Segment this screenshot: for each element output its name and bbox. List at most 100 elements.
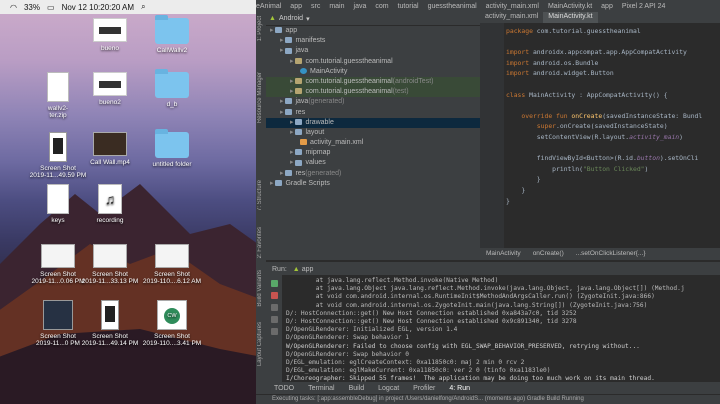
desktop-file-label: d_b [166,101,178,108]
desktop-file-icon[interactable]: CallWallv2 [134,15,210,54]
tree-item[interactable]: ▸ layout [266,128,480,138]
folder-icon [295,129,303,136]
desktop-file-label: Screen Shot 2019-110....6.12 AM [142,271,202,286]
breadcrumb-item[interactable]: ...setOnClickListener{...} [576,250,646,257]
favorites-tab[interactable]: 2: Favorites [257,227,263,258]
code-token: } [506,185,526,194]
pkg-icon [295,88,303,95]
editor-tab[interactable]: MainActivity.kt [543,12,598,23]
layout-captures-tab[interactable]: Layout Captures [257,322,263,366]
bottom-tool-tab[interactable]: Logcat [378,385,399,392]
battery-percent[interactable]: 33% [24,3,40,12]
run-toolbar [266,275,282,384]
log-line: D/OpenGLRenderer: Initialized EGL, versi… [286,326,458,334]
breadcrumb-item[interactable]: MainActivity [486,250,521,257]
tree-item[interactable]: ▸ java(generated) [266,97,480,107]
structure-tab[interactable]: 7: Structure [257,180,263,211]
tree-item[interactable]: MainActivity [266,67,480,77]
code-line: } [506,174,720,185]
stop-icon[interactable] [270,292,278,299]
search-icon[interactable]: ⌕ [141,2,145,12]
nav-crumb[interactable]: eAnimal [256,3,281,10]
nav-crumb[interactable]: Pixel 2 API 24 [622,3,666,10]
tree-item-label: java [295,98,309,106]
log-line: D/OpenGLRenderer: Swap behavior 0 [286,350,409,358]
code-token: import [506,48,533,57]
menu-clock[interactable]: Nov 12 10:20:20 AM [62,3,135,12]
nav-crumb[interactable]: app [601,3,613,10]
code-token: import [506,69,533,78]
editor-tab[interactable]: activity_main.xml [480,12,543,23]
breadcrumb-item[interactable]: onCreate() [533,250,564,257]
nav-crumb[interactable]: com [375,3,388,10]
resource-manager-tab[interactable]: Resource Manager [257,72,263,123]
code-line: setContentView(R.layout.activity_main) [506,132,720,143]
nav-crumb[interactable]: main [329,3,344,10]
bottom-tool-tab[interactable]: 4: Run [449,385,470,392]
battery-icon[interactable]: ▭ [47,3,55,12]
desktop-file-icon[interactable]: Screen Shot 2019-110....3.41 PM [134,300,210,348]
nav-crumb[interactable]: MainActivity.kt [548,3,592,10]
log-line: W/OpenGLRenderer: Failed to choose confi… [286,342,640,350]
tree-item[interactable]: ▸ mipmap [266,148,480,158]
code-token: android.widget.Button [532,69,614,78]
xml-icon [300,139,307,146]
tree-item[interactable]: ▸ java [266,46,480,56]
desktop-file-icon[interactable]: Screen Shot 2019-110....6.12 AM [134,244,210,286]
rerun-icon[interactable] [270,280,278,287]
cls-icon [300,67,307,74]
tree-item[interactable]: ▸ res(generated) [266,169,480,179]
tree-item-label: layout [305,128,325,136]
run-label: Run: [272,266,287,273]
tree-item[interactable]: ▸ com.tutorial.guesstheanimal(androidTes… [266,76,480,88]
desktop-file-icon[interactable]: ♫ recording [72,184,148,224]
code-token: } [506,196,510,205]
code-line: } [506,185,720,196]
nav-crumb[interactable]: tutorial [398,3,419,10]
desktop-file-icon[interactable]: d_b [134,69,210,108]
tree-item[interactable]: ▸ manifests [266,36,480,46]
code-line: super.onCreate(savedInstanceState) [506,121,720,132]
pin-icon[interactable] [270,316,278,323]
desktop-file-label: recording [96,217,124,224]
tree-item[interactable]: ▸ app [266,26,480,36]
tree-item[interactable]: ▸ res [266,108,480,118]
tree-item[interactable]: ▸ com.tutorial.guesstheanimal(test) [266,87,480,98]
nav-crumb[interactable]: app [290,3,302,10]
code-token: (savedInstanceState: Bundl [602,111,703,120]
tree-item[interactable]: activity_main.xml [266,138,480,148]
run-config-tab[interactable]: app [302,266,314,273]
tree-item-label: res [295,169,306,177]
tree-item-label: app [285,27,298,34]
vid-thumbnail-icon [93,18,127,42]
desktop-file-icon[interactable]: untitled folder [134,129,210,168]
code-token: package [506,27,537,35]
code-area[interactable]: package com.tutorial.guesstheanimal impor… [506,26,720,206]
bottom-tool-tab[interactable]: Terminal [308,385,334,392]
code-token: button [636,154,660,163]
wifi-icon[interactable]: ◠ [10,3,17,12]
project-view-selector[interactable]: ▲ Android ▾ [266,12,480,26]
project-tool-tab[interactable]: 1: Project [257,16,263,41]
tree-item-label: Gradle Scripts [285,179,330,187]
nav-crumb[interactable]: activity_main.xml [486,3,539,10]
bottom-tool-tab[interactable]: Build [349,385,365,392]
build-variants-tab[interactable]: Build Variants [257,270,263,307]
bottom-tool-tab[interactable]: TODO [274,385,294,392]
nav-crumb[interactable]: java [354,3,367,10]
tree-item[interactable]: ▸ Gradle Scripts [266,179,480,189]
restore-layout-icon[interactable] [270,304,278,311]
nav-crumb[interactable]: src [311,3,320,10]
tree-item[interactable]: ▸ com.tutorial.guesstheanimal [266,57,480,67]
ide-navigation-bar: eAnimal app src main java com tutorial guessthe… [256,0,720,12]
ss-thumbnail-icon [93,244,127,268]
close-icon[interactable] [270,328,278,335]
run-console-output[interactable]: at java.lang.reflect.Method.invoke(Nativ… [286,277,716,384]
tree-item[interactable]: ▸ drawable [266,117,480,128]
nav-crumb[interactable]: guesstheanimal [428,3,477,10]
tree-item[interactable]: ▸ values [266,158,480,168]
bottom-tool-tab[interactable]: Profiler [413,385,435,392]
